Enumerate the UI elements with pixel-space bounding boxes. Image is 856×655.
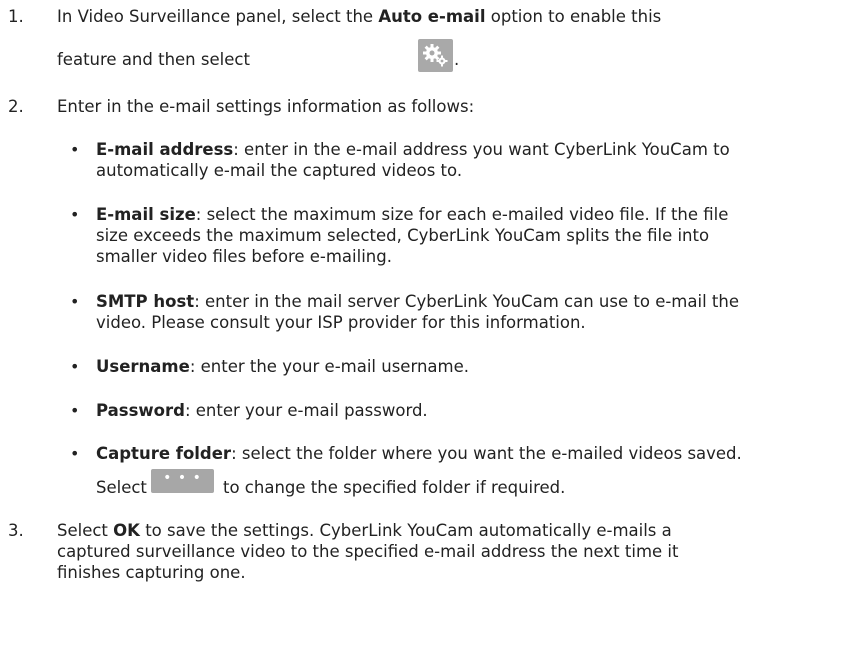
ellipsis-icon: • • • [163,470,202,486]
capture-folder-label: Capture folder [96,444,232,463]
step-1-text-end: option to enable this [485,7,662,26]
capture-folder-line-2: to change the specified folder if requir… [223,478,566,497]
smtp-host-line-2: video. Please consult your ISP provider … [96,313,586,332]
email-address-label: E-mail address [96,140,234,159]
step-3-number: 3. [8,521,24,540]
browse-folder-button[interactable]: • • • [151,469,214,493]
bullet-marker: • [70,140,80,159]
email-size-line-1: E-mail size: select the maximum size for… [96,205,728,225]
bullet-marker: • [70,401,80,420]
email-size-line-3: smaller video files before e-mailing. [96,247,392,266]
step-3-text-end: to save the settings. CyberLink YouCam a… [139,521,672,540]
bullet-marker: • [70,357,80,376]
bullet-marker: • [70,444,80,463]
email-address-desc: : enter in the e-mail address you want C… [233,140,730,159]
step-1-line-1: In Video Surveillance panel, select the … [57,7,661,27]
email-size-desc: : select the maximum size for each e-mai… [195,205,729,224]
capture-folder-desc: : select the folder where you want the e… [231,444,742,463]
step-2-text: Enter in the e-mail settings information… [57,97,475,116]
ok-label: OK [113,521,140,540]
step-3-line-3: finishes capturing one. [57,563,246,582]
bullet-marker: • [70,205,80,224]
instruction-document: 1. In Video Surveillance panel, select t… [0,0,856,655]
bullet-marker: • [70,292,80,311]
email-address-line-2: automatically e-mail the captured videos… [96,161,463,180]
step-3-line-1: Select OK to save the settings. CyberLin… [57,521,672,541]
step-3-text: Select [57,521,114,540]
password-label: Password [96,401,185,420]
capture-folder-line-1: Capture folder: select the folder where … [96,444,742,464]
capture-folder-select-word: Select [96,478,147,497]
smtp-host-label: SMTP host [96,292,195,311]
username-label: Username [96,357,190,376]
step-3-line-2: captured surveillance video to the speci… [57,542,679,561]
gears-icon [423,44,448,67]
settings-gear-button[interactable] [418,39,453,72]
username-line-1: Username: enter the your e-mail username… [96,357,469,377]
smtp-host-desc: : enter in the mail server CyberLink You… [194,292,739,311]
auto-email-label: Auto e-mail [378,7,486,26]
email-size-line-2: size exceeds the maximum selected, Cyber… [96,226,710,245]
password-line-1: Password: enter your e-mail password. [96,401,428,421]
password-desc: : enter your e-mail password. [184,401,428,420]
step-1-text-2: feature and then select [57,50,250,69]
email-address-line-1: E-mail address: enter in the e-mail addr… [96,140,730,160]
username-desc: : enter the your e-mail username. [189,357,469,376]
step-1-period: . [454,50,460,69]
step-1-line-2: feature and then select [57,50,250,70]
step-1-number: 1. [8,7,24,26]
email-size-label: E-mail size [96,205,196,224]
step-1-text: In Video Surveillance panel, select the [57,7,379,26]
smtp-host-line-1: SMTP host: enter in the mail server Cybe… [96,292,739,312]
step-2-number: 2. [8,97,24,116]
